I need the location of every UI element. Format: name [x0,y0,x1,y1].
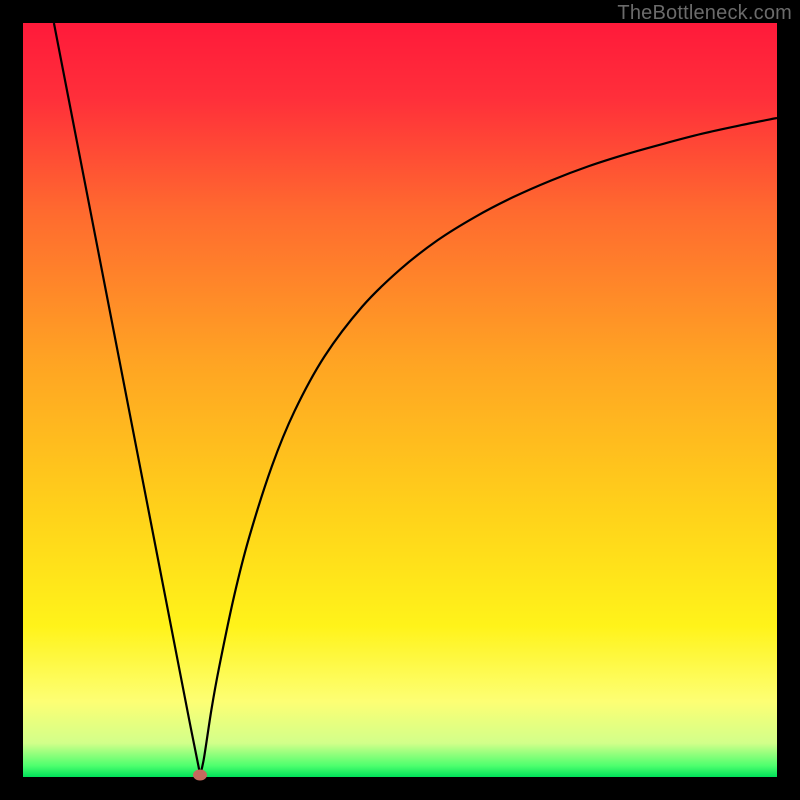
chart-background [23,23,777,777]
chart-frame [23,23,777,777]
watermark-text: TheBottleneck.com [617,2,792,25]
chart-plot [23,23,777,777]
minimum-marker [193,769,207,780]
